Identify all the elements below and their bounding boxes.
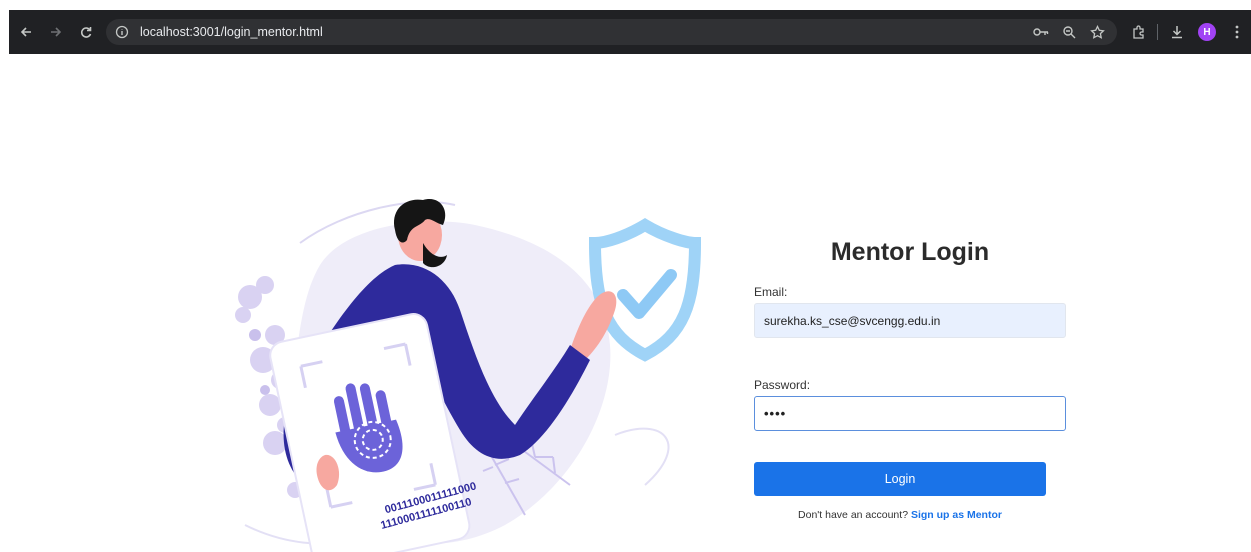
illustration-svg: 0011100011111000 1110001111100110: [235, 199, 702, 552]
shield-icon: [588, 218, 702, 362]
browser-toolbar: localhost:3001/login_mentor.html H: [9, 10, 1251, 54]
site-info-icon[interactable]: [112, 22, 132, 42]
menu-kebab-icon[interactable]: [1226, 19, 1248, 45]
security-illustration: 0011100011111000 1110001111100110: [225, 185, 705, 552]
bookmark-star-icon[interactable]: [1087, 22, 1107, 42]
login-form: Mentor Login Email: surekha.ks_cse@svcen…: [754, 230, 1066, 521]
email-field[interactable]: surekha.ks_cse@svcengg.edu.in: [754, 303, 1066, 338]
extensions-icon[interactable]: [1127, 19, 1149, 45]
back-arrow-icon[interactable]: [13, 19, 39, 45]
zoom-icon[interactable]: [1059, 22, 1079, 42]
forward-arrow-icon[interactable]: [43, 19, 69, 45]
password-key-icon[interactable]: [1031, 22, 1051, 42]
email-label: Email:: [754, 285, 788, 299]
page-title: Mentor Login: [830, 238, 990, 266]
password-field[interactable]: ••••: [754, 396, 1066, 431]
download-icon[interactable]: [1166, 19, 1188, 45]
signup-text: Don't have an account?: [798, 509, 909, 521]
address-bar[interactable]: localhost:3001/login_mentor.html: [106, 19, 1117, 45]
profile-initial: H: [1198, 23, 1216, 41]
url-text[interactable]: localhost:3001/login_mentor.html: [140, 25, 323, 39]
toolbar-separator: [1157, 24, 1158, 40]
arc-line: [614, 427, 670, 486]
profile-avatar[interactable]: H: [1196, 19, 1218, 45]
reload-icon[interactable]: [73, 19, 99, 45]
signup-prompt: Don't have an account? Sign up as Mentor: [754, 509, 1046, 521]
login-button[interactable]: Login: [754, 462, 1046, 496]
top-strip: [0, 0, 1251, 10]
signup-link[interactable]: Sign up as Mentor: [911, 509, 1002, 521]
password-label: Password:: [754, 378, 811, 392]
